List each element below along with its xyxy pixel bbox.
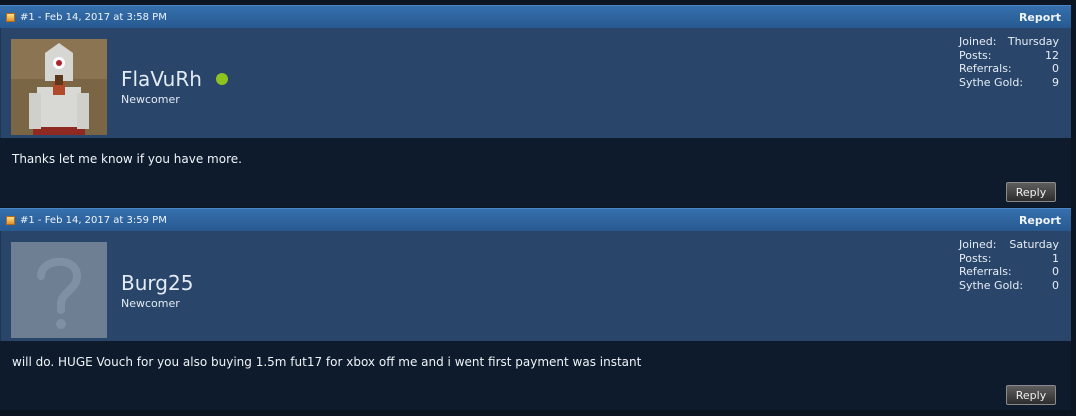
stat-value: 0 <box>1052 265 1059 278</box>
post-header: #1 - Feb 14, 2017 at 3:59 PM Report <box>0 208 1071 231</box>
post-body: will do. HUGE Vouch for you also buying … <box>0 341 1071 410</box>
stat-label: Sythe Gold: <box>959 75 1024 89</box>
stat-referrals: Referrals: 0 <box>959 265 1059 279</box>
post-header: #1 - Feb 14, 2017 at 3:58 PM Report <box>0 5 1071 28</box>
post-icon <box>6 215 15 225</box>
stat-posts: Posts: 12 <box>959 49 1059 63</box>
stat-label: Joined: <box>959 238 997 251</box>
report-link[interactable]: Report <box>1019 11 1061 24</box>
stat-posts: Posts: 1 <box>959 252 1059 266</box>
report-link[interactable]: Report <box>1019 214 1061 227</box>
stat-value: 0 <box>1052 278 1059 292</box>
user-panel: FlaVuRh Newcomer Joined: Thursday Posts: 1… <box>0 28 1071 138</box>
avatar-image <box>11 39 107 135</box>
username[interactable]: FlaVuRh <box>121 67 228 91</box>
stat-value: Thursday <box>1007 35 1059 48</box>
username-text[interactable]: Burg25 <box>121 271 193 295</box>
stat-label: Posts: <box>959 251 992 265</box>
stat-value: 12 <box>1045 48 1059 62</box>
stat-label: Referrals: <box>959 62 1012 75</box>
post: #1 - Feb 14, 2017 at 3:59 PM Report Burg… <box>0 208 1071 410</box>
user-stats: Joined: Saturday Posts: 1 Referrals: 0 Syth… <box>959 238 1059 292</box>
post: #1 - Feb 14, 2017 at 3:58 PM Report FlaV… <box>0 5 1071 207</box>
stat-gold: Sythe Gold: 0 <box>959 279 1059 293</box>
user-stats: Joined: Thursday Posts: 12 Referrals: 0 Syt… <box>959 35 1059 89</box>
stat-label: Posts: <box>959 48 992 62</box>
stat-value: 0 <box>1052 62 1059 75</box>
post-body: Thanks let me know if you have more. Rep… <box>0 138 1071 207</box>
stat-value: 9 <box>1052 75 1059 89</box>
post-message: Thanks let me know if you have more. <box>12 152 242 166</box>
post-meta: #1 - Feb 14, 2017 at 3:58 PM <box>20 11 167 23</box>
stat-referrals: Referrals: 0 <box>959 62 1059 76</box>
online-status-icon <box>215 72 228 85</box>
stat-label: Referrals: <box>959 265 1012 278</box>
stat-label: Joined: <box>959 35 997 48</box>
user-title: Newcomer <box>121 297 180 310</box>
avatar[interactable] <box>11 242 107 338</box>
stat-value: Saturday <box>1009 238 1059 251</box>
avatar[interactable] <box>11 39 107 135</box>
post-message: will do. HUGE Vouch for you also buying … <box>12 355 642 369</box>
default-avatar-icon <box>11 242 107 338</box>
post-meta: #1 - Feb 14, 2017 at 3:59 PM <box>20 214 167 226</box>
stat-gold: Sythe Gold: 9 <box>959 76 1059 90</box>
stat-label: Sythe Gold: <box>959 278 1024 292</box>
user-panel: Burg25 Newcomer Joined: Saturday Posts: 1 … <box>0 231 1071 341</box>
username[interactable]: Burg25 <box>121 271 193 295</box>
reply-button[interactable]: Reply <box>1006 182 1056 202</box>
user-title: Newcomer <box>121 93 180 106</box>
username-text[interactable]: FlaVuRh <box>121 67 202 91</box>
post-icon <box>6 12 15 22</box>
stat-value: 1 <box>1052 251 1059 265</box>
reply-button[interactable]: Reply <box>1006 385 1056 405</box>
stat-joined: Joined: Saturday <box>959 238 1059 252</box>
stat-joined: Joined: Thursday <box>959 35 1059 49</box>
